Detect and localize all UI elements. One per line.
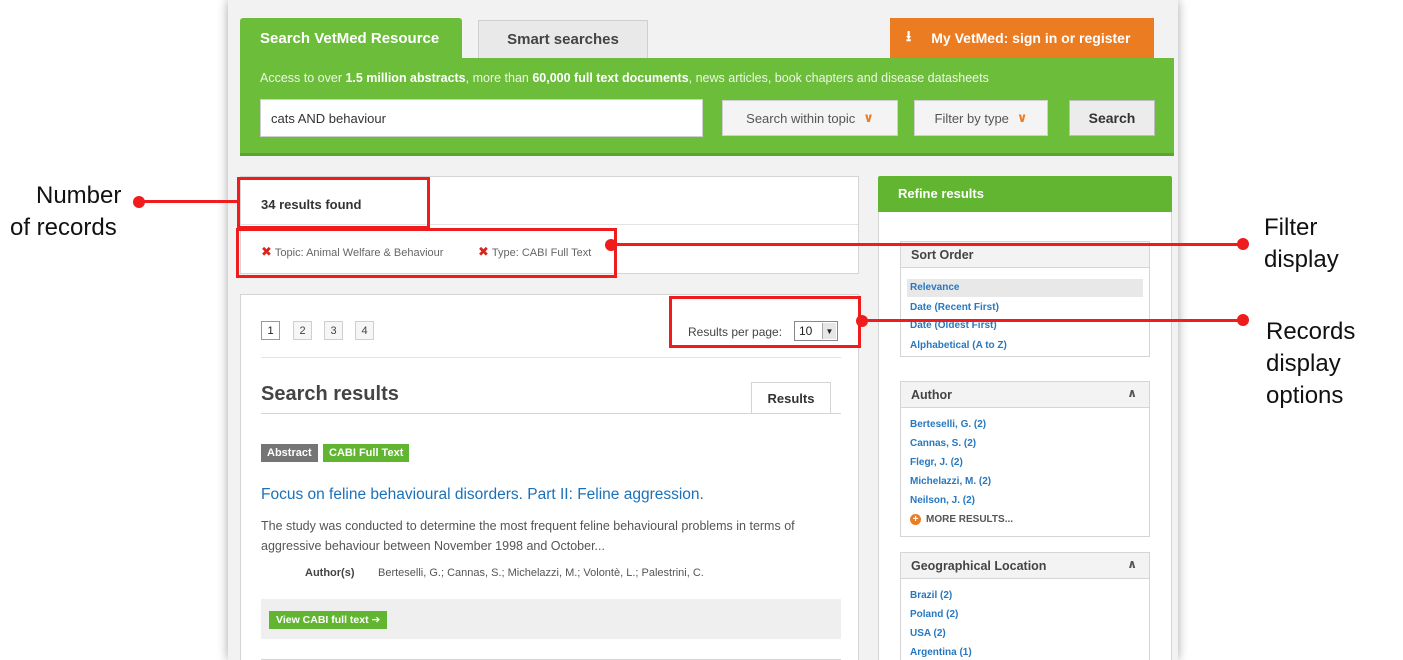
- author-facet-header[interactable]: Author ∧: [901, 382, 1149, 408]
- cabi-full-text-badge: CABI Full Text: [323, 444, 410, 462]
- divider: [261, 357, 841, 358]
- myvetmed-label: My VetMed: sign in or register: [931, 30, 1131, 46]
- author-facet-item[interactable]: Cannas, S. (2): [910, 438, 976, 449]
- more-results-link[interactable]: + MORE RESULTS...: [910, 514, 1013, 525]
- geo-facet-item[interactable]: Argentina (1): [910, 647, 972, 658]
- author-facet-item[interactable]: Michelazzi, M. (2): [910, 476, 991, 487]
- geo-facet-item[interactable]: Poland (2): [910, 609, 958, 620]
- search-band: Access to over 1.5 million abstracts, mo…: [240, 58, 1174, 156]
- callout-text-line: Filter: [1264, 214, 1318, 241]
- access-abstracts-count: 1.5 million abstracts: [345, 71, 466, 85]
- more-results-label: MORE RESULTS...: [926, 514, 1014, 525]
- geo-facet-header[interactable]: Geographical Location ∧: [901, 553, 1149, 579]
- collapse-caret-icon[interactable]: ∧: [1127, 557, 1137, 571]
- chevron-down-icon: ∨: [863, 110, 874, 125]
- search-button[interactable]: Search: [1069, 100, 1155, 136]
- filter-by-type-dropdown[interactable]: Filter by type ∨: [914, 100, 1048, 136]
- callout-records-display-options: Records display options: [1266, 316, 1355, 412]
- result-title-link[interactable]: Focus on feline behavioural disorders. P…: [261, 486, 704, 504]
- result-snippet: The study was conducted to determine the…: [261, 519, 795, 553]
- refine-results-header: Refine results: [878, 176, 1172, 212]
- records-count-highlight-box: [237, 177, 430, 229]
- callout-text-line: Number: [36, 182, 122, 209]
- access-fulltext-count: 60,000 full text documents: [532, 71, 689, 85]
- search-within-topic-dropdown[interactable]: Search within topic ∨: [722, 100, 898, 136]
- author-facet-item[interactable]: Flegr, J. (2): [910, 457, 963, 468]
- tab-smart-searches[interactable]: Smart searches: [478, 20, 648, 58]
- author-facet-item[interactable]: Neilson, J. (2): [910, 495, 975, 506]
- author-facet-title: Author: [911, 388, 952, 402]
- results-panel: 1 2 3 4 Results per page: 10 ▼ Search re…: [240, 294, 859, 660]
- abstract-badge: Abstract: [261, 444, 318, 462]
- callout-dot: [1237, 314, 1249, 326]
- tab-search-label: Search VetMed Resource: [260, 29, 440, 47]
- sort-option-date-recent[interactable]: Date (Recent First): [910, 302, 999, 313]
- callout-text-line: of records: [10, 214, 117, 241]
- author-facet-item[interactable]: Berteselli, G. (2): [910, 419, 986, 430]
- myvetmed-signin-button[interactable]: ⭳ My VetMed: sign in or register: [890, 18, 1154, 58]
- callout-text-line: display: [1264, 246, 1339, 273]
- search-results-heading: Search results: [261, 383, 399, 405]
- callout-text-line: display: [1266, 350, 1341, 377]
- tab-smart-label: Smart searches: [507, 31, 619, 48]
- callout-text-line: options: [1266, 382, 1344, 409]
- records-options-highlight-box: [669, 296, 861, 348]
- authors-label: Author(s): [305, 567, 355, 579]
- chevron-down-icon: ∨: [1016, 110, 1028, 125]
- divider: [261, 413, 841, 414]
- page-link-1[interactable]: 1: [261, 321, 280, 340]
- access-description: Access to over 1.5 million abstracts, mo…: [260, 71, 989, 85]
- view-cabi-full-text-button[interactable]: View CABI full text ➔: [269, 611, 388, 629]
- page-link-2[interactable]: 2: [293, 321, 312, 340]
- access-text-mid: , more than: [465, 71, 533, 85]
- collapse-caret-icon[interactable]: ∧: [1127, 386, 1137, 400]
- page-link-4[interactable]: 4: [355, 321, 374, 340]
- login-icon: ⭳: [906, 27, 912, 45]
- tab-search-vetmed[interactable]: Search VetMed Resource: [240, 18, 462, 58]
- callout-number-of-records: Number of records: [10, 180, 121, 244]
- authors-list: Berteselli, G.; Cannas, S.; Michelazzi, …: [378, 567, 704, 579]
- type-dropdown-label: Filter by type: [934, 110, 1009, 126]
- author-facet-panel: Author ∧ Berteselli, G. (2) Cannas, S. (2…: [900, 381, 1150, 537]
- sort-order-title-text: Sort Order: [911, 248, 974, 262]
- callout-line: [139, 200, 239, 203]
- search-input[interactable]: cats AND behaviour: [260, 99, 703, 137]
- callout-dot: [1237, 238, 1249, 250]
- sort-order-panel: Sort Order Relevance Date (Recent First)…: [900, 241, 1150, 357]
- result-actions-bar: View CABI full text ➔: [261, 599, 841, 639]
- topic-dropdown-label: Search within topic: [746, 110, 856, 126]
- callout-text-line: Records: [1266, 318, 1356, 345]
- sort-option-alphabetical[interactable]: Alphabetical (A to Z): [910, 340, 1007, 351]
- access-text-suffix: , news articles, book chapters and disea…: [688, 71, 989, 85]
- callout-line: [862, 319, 1246, 322]
- geo-facet-title: Geographical Location: [911, 559, 1047, 573]
- filter-display-highlight-box: [236, 228, 617, 278]
- callout-line: [617, 243, 1245, 246]
- plus-circle-icon: +: [910, 514, 921, 525]
- callout-dot: [605, 239, 617, 251]
- access-text-prefix: Access to over: [260, 71, 346, 85]
- callout-filter-display: Filter display: [1264, 212, 1339, 276]
- geo-facet-item[interactable]: Brazil (2): [910, 590, 952, 601]
- sort-option-relevance[interactable]: Relevance: [910, 282, 959, 293]
- tab-results[interactable]: Results: [751, 382, 831, 414]
- geo-facet-item[interactable]: USA (2): [910, 628, 946, 639]
- geo-location-facet-panel: Geographical Location ∧ Brazil (2) Poland…: [900, 552, 1150, 660]
- page-link-3[interactable]: 3: [324, 321, 343, 340]
